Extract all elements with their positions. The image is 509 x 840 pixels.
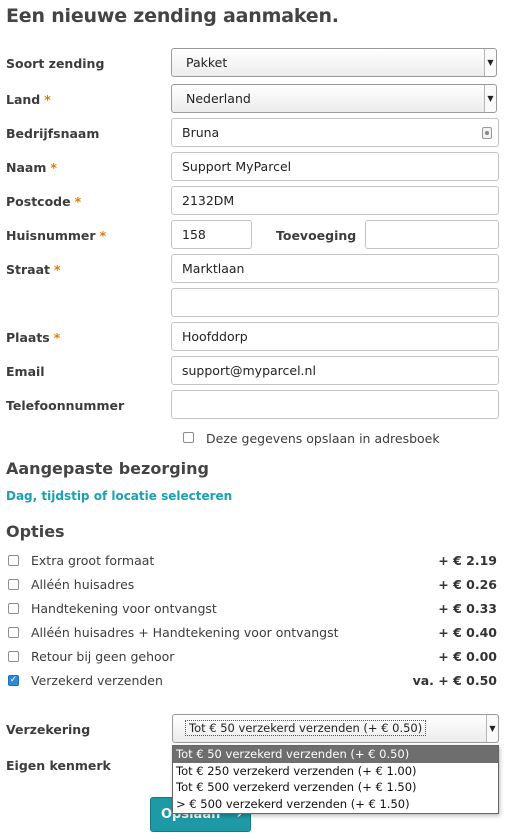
reference-label: Eigen kenmerk — [6, 758, 111, 773]
shipment-type-value: Pakket — [186, 55, 228, 70]
city-value: Hoofddorp — [182, 329, 248, 344]
email-input[interactable]: support@myparcel.nl — [171, 356, 499, 385]
name-input[interactable]: Support MyParcel — [171, 152, 499, 181]
insurance-value: Tot € 50 verzekerd verzenden (+ € 0.50) — [185, 720, 427, 736]
required-mark: * — [44, 92, 51, 107]
addition-input[interactable] — [365, 220, 499, 249]
dropdown-option[interactable]: Tot € 500 verzekerd verzenden (+ € 1.50) — [173, 779, 498, 796]
option-checkbox[interactable] — [8, 579, 19, 590]
chevron-down-icon: ▼ — [484, 49, 496, 76]
required-mark: * — [54, 262, 61, 277]
chevron-down-icon: ▼ — [484, 85, 496, 112]
option-label: Handtekening voor ontvangst — [31, 601, 217, 616]
required-mark: * — [50, 160, 57, 175]
option-price: + € 0.40 — [438, 625, 497, 640]
addition-label: Toevoeging — [276, 228, 357, 243]
street-value: Marktlaan — [182, 261, 245, 276]
required-mark: * — [74, 194, 82, 209]
name-value: Support MyParcel — [182, 159, 292, 174]
option-label: Alléén huisadres + Handtekening voor ont… — [31, 625, 339, 640]
option-label: Alléén huisadres — [31, 577, 135, 592]
option-price: + € 0.33 — [438, 601, 497, 616]
country-label: Land * — [6, 92, 51, 107]
insurance-dropdown-list[interactable]: Tot € 50 verzekerd verzenden (+ € 0.50) … — [172, 745, 499, 814]
country-value: Nederland — [186, 91, 251, 106]
phone-input[interactable] — [171, 390, 499, 419]
postcode-value: 2132DM — [182, 193, 235, 208]
save-address-checkbox[interactable] — [183, 432, 194, 443]
name-label: Naam * — [6, 160, 57, 175]
postcode-input[interactable]: 2132DM — [171, 186, 499, 215]
house-number-input[interactable]: 158 — [171, 220, 252, 249]
option-label: Verzekerd verzenden — [31, 673, 163, 688]
shipment-type-select[interactable]: Pakket ▼ — [171, 48, 497, 77]
required-mark: * — [99, 228, 107, 243]
email-label: Email — [6, 364, 45, 379]
contact-card-icon[interactable] — [482, 127, 492, 139]
chevron-down-icon: ▼ — [486, 715, 498, 742]
dropdown-option[interactable]: Tot € 250 verzekerd verzenden (+ € 1.00) — [173, 763, 498, 780]
option-checkbox[interactable] — [8, 651, 19, 662]
city-input[interactable]: Hoofddorp — [171, 322, 499, 351]
save-address-label: Deze gegevens opslaan in adresboek — [206, 431, 440, 446]
insurance-label: Verzekering — [6, 722, 91, 737]
dropdown-option-selected[interactable]: Tot € 50 verzekerd verzenden (+ € 0.50) — [173, 746, 498, 763]
option-label: Extra groot formaat — [31, 553, 155, 568]
option-checkbox-checked[interactable]: ✓ — [8, 675, 19, 686]
street-label: Straat * — [6, 262, 61, 277]
insurance-select[interactable]: Tot € 50 verzekerd verzenden (+ € 0.50) … — [172, 714, 499, 743]
phone-label: Telefoonnummer — [6, 398, 125, 413]
city-label: Plaats * — [6, 330, 61, 345]
company-input[interactable]: Bruna — [171, 118, 499, 147]
email-value: support@myparcel.nl — [182, 363, 316, 378]
option-price: + € 0.00 — [438, 649, 497, 664]
street-line2-input[interactable] — [171, 288, 499, 317]
house-number-value: 158 — [182, 227, 206, 242]
option-checkbox[interactable] — [8, 555, 19, 566]
options-heading: Opties — [6, 522, 65, 541]
option-price: + € 2.19 — [438, 553, 497, 568]
delivery-options-link[interactable]: Dag, tijdstip of locatie selecteren — [6, 489, 232, 503]
delivery-heading: Aangepaste bezorging — [6, 459, 209, 478]
street-input[interactable]: Marktlaan — [171, 254, 499, 283]
option-label: Retour bij geen gehoor — [31, 649, 175, 664]
option-checkbox[interactable] — [8, 603, 19, 614]
checkmark-icon: ✓ — [9, 675, 18, 685]
company-value: Bruna — [182, 125, 220, 140]
option-price: va. + € 0.50 — [412, 673, 497, 688]
shipment-type-label: Soort zending — [6, 56, 105, 71]
company-label: Bedrijfsnaam — [6, 126, 100, 141]
house-number-label: Huisnummer * — [6, 228, 107, 243]
required-mark: * — [53, 330, 61, 345]
postcode-label: Postcode * — [6, 194, 82, 209]
option-price: + € 0.26 — [438, 577, 497, 592]
option-checkbox[interactable] — [8, 627, 19, 638]
page-title: Een nieuwe zending aanmaken. — [6, 5, 339, 27]
dropdown-option[interactable]: > € 500 verzekerd verzenden (+ € 1.50) — [173, 796, 498, 813]
country-select[interactable]: Nederland ▼ — [171, 84, 497, 113]
